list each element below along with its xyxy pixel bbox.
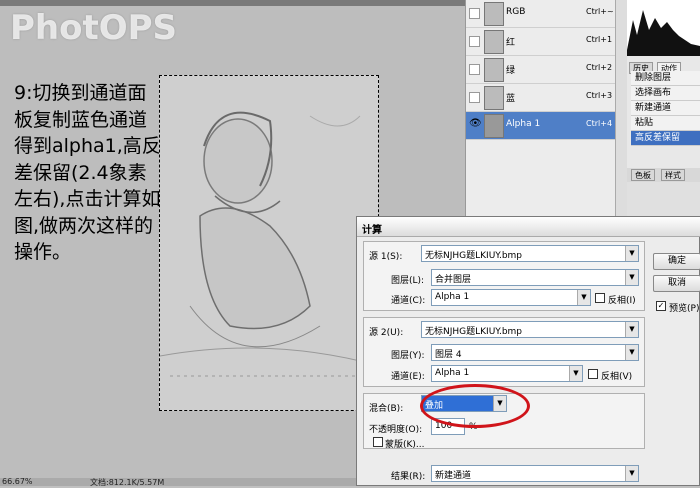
preview-checkbox[interactable]: ✓ [656, 301, 666, 311]
tab-styles[interactable]: 样式 [661, 169, 685, 181]
channel-thumbnail [484, 2, 504, 26]
channel-shortcut: Ctrl+1 [586, 35, 613, 44]
source2-layer-value: 图层 4 [435, 350, 462, 360]
channel-shortcut: Ctrl+2 [586, 63, 613, 72]
chevron-down-icon: ▼ [625, 246, 638, 261]
channel-thumbnail [484, 86, 504, 110]
document-titlebar [0, 0, 465, 6]
channel-thumbnail [484, 30, 504, 54]
channel-shortcut: Ctrl+4 [586, 119, 613, 128]
channel-row-green[interactable]: 绿 Ctrl+2 [466, 56, 616, 84]
source1-invert-label: 反相(I) [608, 296, 636, 306]
channel-row-alpha1[interactable]: 👁 Alpha 1 Ctrl+4 [466, 112, 616, 140]
calculations-dialog: 计算 源 1(S): 无标NJHG题LKIUY.bmp ▼ 图层(L): 合并图层… [356, 216, 700, 486]
source2-channel-select[interactable]: Alpha 1 ▼ [431, 365, 583, 382]
canvas-image[interactable] [159, 75, 379, 411]
source1-channel-label: 通道(C): [391, 296, 426, 306]
source2-file-select[interactable]: 无标NJHG题LKIUY.bmp ▼ [421, 321, 639, 338]
chevron-down-icon: ▼ [625, 466, 638, 481]
preview-label: 预览(P) [669, 304, 700, 314]
channel-row-blue[interactable]: 蓝 Ctrl+3 [466, 84, 616, 112]
source1-invert-checkbox[interactable] [595, 293, 605, 303]
ok-button[interactable]: 确定 [653, 253, 700, 270]
history-item-selected[interactable]: 高反差保留 [631, 131, 700, 146]
chevron-down-icon: ▼ [569, 366, 582, 381]
source2-channel-label: 通道(E): [391, 372, 425, 382]
channel-row-rgb[interactable]: RGB Ctrl+~ [466, 0, 616, 28]
histogram-graph [627, 10, 700, 56]
source2-invert-label: 反相(V) [601, 372, 633, 382]
history-item[interactable]: 选择画布 [631, 86, 700, 101]
dialog-title: 计算 [357, 217, 700, 237]
visibility-toggle[interactable] [469, 64, 480, 75]
opacity-label: 不透明度(O): [369, 425, 423, 435]
history-item[interactable]: 粘贴 [631, 116, 700, 131]
source2-layer-select[interactable]: 图层 4 ▼ [431, 344, 639, 361]
chevron-down-icon: ▼ [625, 270, 638, 285]
channel-row-red[interactable]: 红 Ctrl+1 [466, 28, 616, 56]
channel-name: 红 [506, 38, 516, 48]
source1-file-select[interactable]: 无标NJHG题LKIUY.bmp ▼ [421, 245, 639, 262]
result-value: 新建通道 [435, 471, 472, 481]
result-label: 结果(R): [391, 472, 426, 482]
swatch-tabbar: 色板 样式 [627, 168, 700, 182]
channel-thumbnail [484, 58, 504, 82]
source1-label: 源 1(S): [369, 252, 403, 262]
channel-name: 绿 [506, 66, 516, 76]
chevron-down-icon: ▼ [577, 290, 590, 305]
visibility-toggle[interactable] [469, 36, 480, 47]
histogram-panel [627, 0, 700, 56]
source1-layer-value: 合并图层 [435, 275, 472, 285]
source1-channel-value: Alpha 1 [435, 292, 470, 302]
channel-name: Alpha 1 [506, 119, 541, 129]
channel-shortcut: Ctrl+3 [586, 91, 613, 100]
watermark-logo: PhotOPS [10, 8, 178, 48]
tab-swatches[interactable]: 色板 [631, 169, 655, 181]
source1-channel-select[interactable]: Alpha 1 ▼ [431, 289, 591, 306]
mask-checkbox[interactable] [373, 437, 383, 447]
source1-file-value: 无标NJHG题LKIUY.bmp [425, 251, 523, 261]
source2-file-value: 无标NJHG题LKIUY.bmp [425, 327, 523, 337]
visibility-toggle[interactable] [469, 8, 480, 19]
eye-icon[interactable]: 👁 [469, 118, 482, 129]
channels-scrollbar[interactable] [615, 0, 627, 230]
doc-size-readout: 文档:812.1K/5.57M [90, 478, 165, 487]
source1-layer-select[interactable]: 合并图层 ▼ [431, 269, 639, 286]
history-item[interactable]: 新建通道 [631, 101, 700, 116]
channel-shortcut: Ctrl+~ [586, 7, 614, 16]
cancel-button[interactable]: 取消 [653, 275, 700, 292]
history-item[interactable]: 删除图层 [631, 71, 700, 86]
chevron-down-icon: ▼ [625, 345, 638, 360]
blend-label: 混合(B): [369, 404, 404, 414]
source2-invert-checkbox[interactable] [588, 369, 598, 379]
visibility-toggle[interactable] [469, 92, 480, 103]
mask-label: 蒙版(K)... [385, 440, 425, 450]
channels-panel: RGB Ctrl+~ 红 Ctrl+1 绿 Ctrl+2 蓝 Ctrl+3 👁 … [465, 0, 616, 230]
channel-name: RGB [506, 7, 526, 17]
zoom-readout: 66.67% [2, 477, 33, 486]
source1-layer-label: 图层(L): [391, 276, 425, 286]
tutorial-instruction-text: 9:切换到通道面板复制蓝色通道得到alpha1,高反差保留(2.4象素左右),点… [14, 82, 161, 263]
chevron-down-icon: ▼ [625, 322, 638, 337]
channel-thumbnail [484, 114, 504, 138]
source2-label: 源 2(U): [369, 328, 404, 338]
high-pass-photo [160, 76, 378, 410]
result-select[interactable]: 新建通道 ▼ [431, 465, 639, 482]
source2-channel-value: Alpha 1 [435, 368, 470, 378]
channel-name: 蓝 [506, 94, 516, 104]
status-bar: 66.67% 文档:812.1K/5.57M [0, 477, 360, 487]
highlight-annotation-oval [420, 384, 530, 428]
source2-layer-label: 图层(Y): [391, 351, 425, 361]
